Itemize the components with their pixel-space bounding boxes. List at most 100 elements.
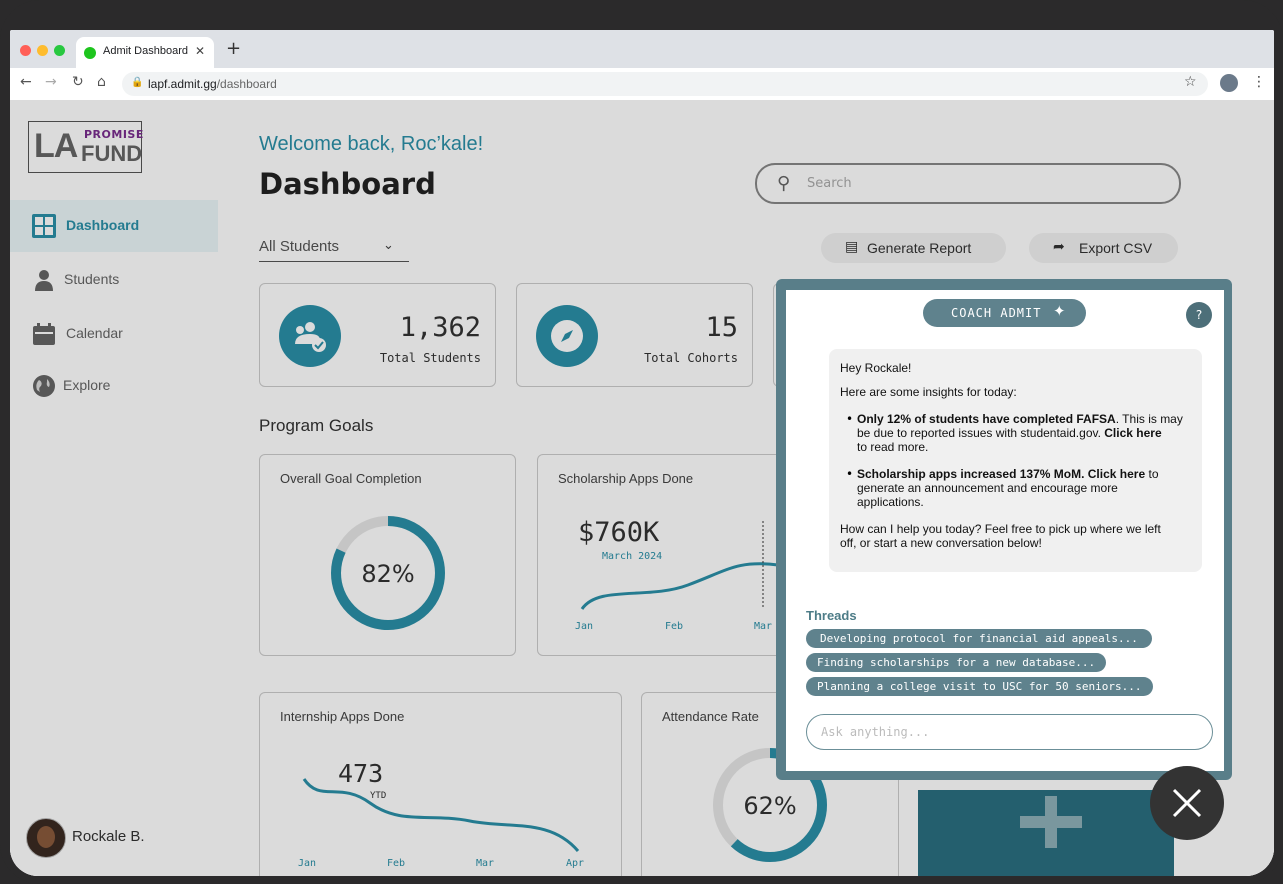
x-tick-label: Mar xyxy=(754,621,773,632)
closing-line-1: How can I help you today? Feel free to p… xyxy=(840,522,1161,536)
donut-value: 82% xyxy=(361,560,414,588)
insight-1-link[interactable]: Click here xyxy=(1104,426,1161,440)
x-tick-label: Jan xyxy=(298,858,317,869)
address-bar-row: ← → ↻ ⌂ 🔒 lapf.admit.gg/dashboard ☆ ⋮ xyxy=(10,68,1274,101)
la-promise-fund-logo[interactable]: LA PROMISE FUND xyxy=(28,121,144,173)
student-filter-select[interactable]: All Students ⌄ xyxy=(259,237,409,262)
overall-donut: 82% xyxy=(331,516,445,630)
device-frame: Admit Dashboard ✕ + ← → ↻ ⌂ 🔒 lapf.admit… xyxy=(0,0,1283,884)
overall-goal-card: Overall Goal Completion 82% xyxy=(259,454,516,656)
insight-1-bold: Only 12% of students have completed FAFS… xyxy=(857,412,1116,426)
minimize-window-dot[interactable] xyxy=(37,45,48,56)
url-text: lapf.admit.gg/dashboard xyxy=(148,77,277,91)
search-box[interactable]: ⚲ Search xyxy=(755,163,1181,204)
x-tick-label: Feb xyxy=(387,858,406,869)
document-icon: ▤ xyxy=(845,239,859,255)
stat-value: 15 xyxy=(705,312,738,343)
generate-report-label: Generate Report xyxy=(867,240,972,256)
address-bar[interactable]: 🔒 lapf.admit.gg/dashboard xyxy=(122,72,1208,96)
students-check-icon xyxy=(279,305,341,367)
total-cohorts-card: 15 Total Cohorts xyxy=(516,283,753,387)
coach-admit-panel: COACH ADMIT ✦ ? Hey Rockale! Here are so… xyxy=(776,279,1232,780)
ask-placeholder: Ask anything... xyxy=(821,725,930,739)
sidebar-item-dashboard[interactable]: Dashboard xyxy=(10,200,218,252)
search-icon: ⚲ xyxy=(777,173,791,194)
help-button[interactable]: ? xyxy=(1186,302,1212,328)
sidebar-item-label: Calendar xyxy=(66,325,123,341)
sidebar: LA PROMISE FUND Dashboard Students Calen… xyxy=(10,100,218,876)
insight-1-rest: . This is may xyxy=(1115,412,1183,426)
logo-promise: PROMISE xyxy=(84,128,144,141)
user-name: Rockale B. xyxy=(72,828,145,845)
bookmark-star-icon[interactable]: ☆ xyxy=(1184,74,1197,90)
new-tab-icon[interactable]: + xyxy=(226,38,241,59)
threads-heading: Threads xyxy=(806,608,857,623)
thread-chip[interactable]: Planning a college visit to USC for 50 s… xyxy=(806,677,1153,696)
page-title: Dashboard xyxy=(259,167,436,201)
grid-icon xyxy=(32,214,56,238)
insight-2-bold: Scholarship apps increased 137% MoM. xyxy=(857,467,1085,481)
insight-2-line-1: Scholarship apps increased 137% MoM. Cli… xyxy=(857,467,1197,481)
coach-title: COACH ADMIT xyxy=(951,306,1042,320)
x-tick-label: Feb xyxy=(665,621,684,632)
person-icon xyxy=(35,270,53,291)
close-tab-icon[interactable]: ✕ xyxy=(195,44,205,58)
export-csv-label: Export CSV xyxy=(1079,240,1153,256)
insight-2-rest: to xyxy=(1148,467,1159,481)
insight-2-link[interactable]: Click here xyxy=(1088,467,1145,481)
export-csv-button[interactable]: ➦ Export CSV xyxy=(1029,233,1178,263)
donut-value: 62% xyxy=(743,792,796,820)
forward-icon[interactable]: → xyxy=(45,74,57,90)
thread-chip[interactable]: Finding scholarships for a new database.… xyxy=(806,653,1107,672)
scholarship-card: Scholarship Apps Done $760K March 2024 J… xyxy=(537,454,789,656)
sidebar-item-students[interactable]: Students xyxy=(10,254,218,306)
internship-line-chart xyxy=(302,778,580,852)
profile-avatar-icon[interactable] xyxy=(1220,74,1238,92)
browser-menu-icon[interactable]: ⋮ xyxy=(1252,74,1266,90)
x-tick-label: Apr xyxy=(566,858,585,869)
close-coach-button[interactable] xyxy=(1150,766,1224,840)
back-icon[interactable]: ← xyxy=(20,74,32,90)
insight-1-line-3: to read more. xyxy=(857,440,929,454)
globe-icon xyxy=(33,375,55,397)
total-students-card: 1,362 Total Students xyxy=(259,283,496,387)
reload-icon[interactable]: ↻ xyxy=(72,74,84,90)
stat-label: Total Students xyxy=(379,351,481,365)
maximize-window-dot[interactable] xyxy=(54,45,65,56)
closing-line-2: off, or start a new conversation below! xyxy=(840,536,1042,550)
internship-card: Internship Apps Done 473 YTD Jan Feb Mar… xyxy=(259,692,622,876)
plus-icon xyxy=(1045,796,1057,848)
bullet: • xyxy=(846,412,854,426)
share-arrow-icon: ➦ xyxy=(1053,239,1065,255)
sidebar-item-explore[interactable]: Explore xyxy=(10,360,218,412)
add-card[interactable] xyxy=(918,790,1174,876)
sidebar-item-calendar[interactable]: Calendar xyxy=(10,308,218,360)
search-input[interactable]: Search xyxy=(807,176,852,191)
url-host: lapf.admit.gg xyxy=(148,77,217,91)
home-icon[interactable]: ⌂ xyxy=(97,74,106,90)
tab-title: Admit Dashboard xyxy=(103,45,188,57)
program-goals-heading: Program Goals xyxy=(259,416,374,435)
ask-input[interactable]: Ask anything... xyxy=(806,714,1213,750)
sparkle-icon: ✦ xyxy=(1053,302,1066,320)
tab-bar: Admit Dashboard ✕ + xyxy=(10,30,1274,68)
sidebar-item-label: Students xyxy=(64,271,120,287)
chevron-down-icon: ⌄ xyxy=(383,238,394,253)
insight-1-line-2: be due to reported issues with studentai… xyxy=(857,426,1197,440)
intro-text: Here are some insights for today: xyxy=(840,385,1017,399)
x-tick-label: Jan xyxy=(575,621,594,632)
filter-value: All Students xyxy=(259,238,340,255)
bullet: • xyxy=(846,467,854,481)
close-window-dot[interactable] xyxy=(20,45,31,56)
calendar-icon xyxy=(33,323,55,345)
lock-icon: 🔒 xyxy=(131,77,144,88)
favicon-icon xyxy=(84,47,96,59)
coach-admit-badge: COACH ADMIT ✦ xyxy=(923,299,1086,327)
insight-1-line-1: Only 12% of students have completed FAFS… xyxy=(857,412,1197,426)
compass-icon xyxy=(536,305,598,367)
app: LA PROMISE FUND Dashboard Students Calen… xyxy=(10,100,1274,876)
thread-chip[interactable]: Developing protocol for financial aid ap… xyxy=(806,629,1152,648)
browser-tab[interactable]: Admit Dashboard ✕ xyxy=(76,37,214,68)
logo-fund: FUND xyxy=(81,141,143,166)
generate-report-button[interactable]: ▤ Generate Report xyxy=(821,233,1006,263)
